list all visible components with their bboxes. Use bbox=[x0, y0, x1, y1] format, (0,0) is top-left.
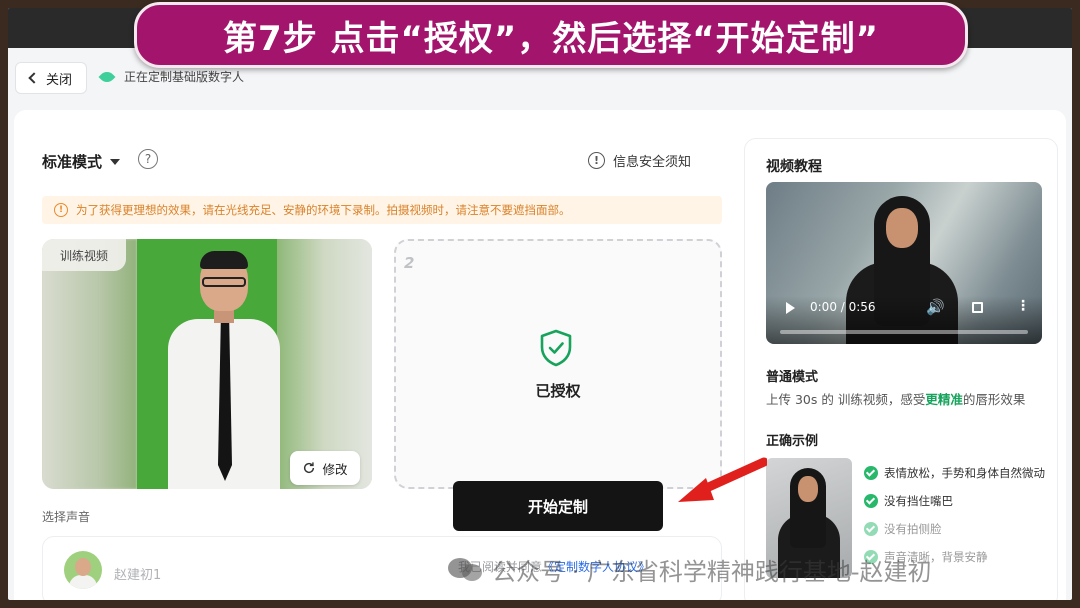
status-text: 正在定制基础版数字人 bbox=[124, 70, 245, 84]
check-item: 没有挡住嘴巴 bbox=[864, 493, 953, 509]
volume-icon[interactable]: 🔊 bbox=[926, 298, 945, 316]
info-circle-icon: ! bbox=[588, 152, 605, 169]
check-text: 没有拍侧脸 bbox=[884, 522, 942, 536]
normal-desc-post: 的唇形效果 bbox=[962, 392, 1026, 407]
voice-name: 赵建初1 bbox=[114, 568, 162, 583]
shield-check-icon bbox=[540, 329, 572, 367]
check-icon bbox=[864, 522, 878, 536]
screen-frame: 关闭 正在定制基础版数字人 标准模式 ? ! 信息安全须知 ! 为了获得更理想的… bbox=[8, 8, 1072, 600]
edit-video-button[interactable]: 修改 bbox=[290, 451, 360, 485]
start-customize-button[interactable]: 开始定制 bbox=[453, 481, 663, 531]
normal-desc-highlight: 更精准 bbox=[925, 392, 963, 407]
warning-text: 为了获得更理想的效果，请在光线充足、安静的环境下录制。拍摄视频时，请注意不要遮挡… bbox=[76, 203, 571, 217]
question-circle-icon[interactable]: ? bbox=[138, 149, 158, 169]
video-progress[interactable] bbox=[780, 330, 1028, 334]
video-blur-left bbox=[42, 239, 137, 489]
authorized-label: 已授权 bbox=[535, 382, 581, 400]
wechat-icon bbox=[448, 556, 484, 584]
check-text: 表情放松，手势和身体自然微动 bbox=[884, 466, 1045, 480]
check-icon bbox=[864, 494, 878, 508]
correct-example-title: 正确示例 bbox=[766, 434, 819, 449]
play-icon[interactable] bbox=[786, 302, 795, 314]
edit-label: 修改 bbox=[322, 461, 348, 477]
step-number: 2 bbox=[404, 254, 415, 272]
warning-bar: ! 为了获得更理想的效果，请在光线充足、安静的环境下录制。拍摄视频时，请注意不要… bbox=[42, 196, 722, 224]
watermark: 公众号 · 广东省科学精神践行基地-赵建初 bbox=[448, 552, 932, 587]
caret-down-icon bbox=[110, 158, 121, 165]
close-label: 关闭 bbox=[45, 72, 72, 88]
step-banner: 第7步 点击“授权”，然后选择“开始定制” bbox=[134, 2, 968, 68]
mode-selector[interactable]: 标准模式 bbox=[42, 151, 121, 172]
warning-icon: ! bbox=[54, 203, 68, 217]
normal-mode-title: 普通模式 bbox=[766, 370, 819, 385]
help-glyph: ? bbox=[144, 152, 152, 166]
watermark-text: 公众号 · 广东省科学精神践行基地-赵建初 bbox=[492, 558, 932, 586]
check-item: 没有拍侧脸 bbox=[864, 521, 942, 537]
check-icon bbox=[864, 466, 878, 480]
normal-desc-pre: 上传 30s 的 训练视频，感受 bbox=[766, 392, 926, 407]
presenter-figure bbox=[160, 249, 280, 489]
avatar bbox=[64, 551, 102, 589]
refresh-icon bbox=[304, 462, 315, 474]
step-banner-text: 第7步 点击“授权”，然后选择“开始定制” bbox=[223, 18, 879, 59]
check-text: 没有挡住嘴巴 bbox=[884, 494, 953, 508]
video-controls bbox=[766, 296, 1042, 344]
more-vertical-icon[interactable]: ⋮ bbox=[1016, 298, 1030, 314]
voice-section-label: 选择声音 bbox=[42, 510, 91, 524]
red-arrow-icon bbox=[678, 457, 767, 502]
tutorial-video[interactable]: 0:00 / 0:56 🔊 ⋮ bbox=[766, 182, 1042, 344]
chevron-left-icon bbox=[28, 72, 40, 84]
training-video-tag: 训练视频 bbox=[42, 239, 126, 271]
security-notice-link[interactable]: ! 信息安全须知 bbox=[588, 151, 691, 170]
normal-mode-desc: 上传 30s 的 训练视频，感受更精准的唇形效果 bbox=[766, 389, 1025, 408]
fullscreen-icon[interactable] bbox=[972, 302, 983, 313]
close-button[interactable]: 关闭 bbox=[15, 62, 87, 94]
tutorial-title: 视频教程 bbox=[766, 159, 822, 175]
check-item: 表情放松，手势和身体自然微动 bbox=[864, 465, 1045, 481]
security-label: 信息安全须知 bbox=[613, 155, 692, 170]
video-time: 0:00 / 0:56 bbox=[810, 300, 876, 314]
status-line: 正在定制基础版数字人 bbox=[98, 68, 244, 85]
leaf-logo-icon bbox=[98, 69, 116, 85]
mode-label: 标准模式 bbox=[42, 153, 103, 171]
